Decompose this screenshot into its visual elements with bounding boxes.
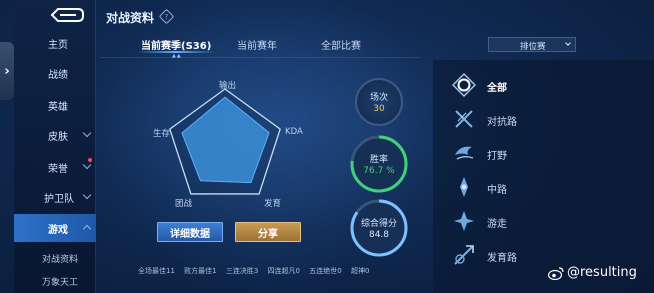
mode-select-value: 排位赛 [520,42,546,52]
chevron-down-icon [82,190,92,200]
role-item-mid-lane[interactable]: 中路 [452,175,572,201]
stat-quadra-kill: 四连超凡0 [267,267,301,275]
role-label: 中路 [487,185,507,196]
help-icon[interactable]: ? [158,8,175,25]
matches-value: 30 [373,104,385,114]
farm-lane-icon [454,245,474,265]
weibo-icon [548,266,564,280]
stat-losing-mvp: 败方最佳1 [184,267,217,275]
mid-lane-icon [460,177,468,197]
sidebar-subitem-wanxiang[interactable]: 万象天工 [14,272,96,290]
chevron-down-icon [565,40,571,46]
share-button[interactable]: 分享 [235,222,301,242]
active-tab-marker: ▲▲ [172,53,182,59]
tab-current-season[interactable]: 当前赛季(S36) [141,37,211,52]
sidebar-item-label: 战绩 [48,69,68,81]
radar-chart [150,75,300,215]
role-label: 发育路 [487,253,517,264]
win-rate-label: 胜率 [369,155,388,165]
sidebar-item-records[interactable]: 战绩 [14,60,96,86]
role-item-all[interactable]: 全部 [452,73,572,99]
back-arrow-icon[interactable] [48,6,86,24]
tab-all-matches[interactable]: 全部比赛 [321,37,361,52]
sidebar-item-skins[interactable]: 皮肤 [14,122,96,148]
clash-lane-icon [455,110,473,128]
matches-label: 场次 [369,93,388,103]
stat-mvp: 全场最佳11 [138,267,175,275]
sidebar-item-label: 英雄 [48,101,68,113]
role-label: 对抗路 [487,117,517,128]
chevron-up-icon [82,224,92,234]
stat-triple-kill: 三连决胜3 [225,267,259,275]
sidebar: 主页 战绩 英雄 皮肤 荣誉 护卫队 游戏 对战资料 万象天工 [14,0,96,293]
win-rate-circle: 胜率 76.7 % [349,134,409,194]
sidebar-item-label: 主页 [48,39,68,51]
radar-label-farming: 发育 [264,199,282,209]
expand-panel-button[interactable]: › [0,42,14,100]
sidebar-item-guard-team[interactable]: 护卫队 [14,184,96,210]
role-item-clash-lane[interactable]: 对抗路 [452,107,572,133]
score-circle: 综合得分 84.8 [349,198,409,258]
watermark-text: @resulting [567,265,637,280]
sidebar-item-game[interactable]: 游戏 [14,214,96,242]
radar-label-damage: 输出 [219,81,237,91]
sidebar-item-label: 游戏 [48,224,68,236]
sidebar-item-label: 护卫队 [44,193,74,205]
sidebar-subitem-label: 对战资料 [42,255,79,265]
sidebar-item-label: 荣誉 [48,163,68,175]
sidebar-subitem-label: 万象天工 [42,278,79,288]
matches-circle: 场次 30 [355,78,403,126]
radar-label-teamfight: 团战 [175,199,193,209]
watermark: @resulting [548,265,637,280]
role-item-roam[interactable]: 游走 [452,209,572,235]
radar-label-survival: 生存 [153,129,171,139]
tab-divider [100,57,420,58]
score-label: 综合得分 [360,219,397,229]
radar-svg [169,88,281,195]
role-label: 打野 [487,151,507,162]
stat-legendary: 超神0 [350,267,370,275]
sidebar-item-home[interactable]: 主页 [14,30,96,56]
roam-icon [454,211,474,231]
all-roles-icon [452,73,476,97]
sidebar-item-heroes[interactable]: 英雄 [14,92,96,118]
sidebar-subitem-battle-data[interactable]: 对战资料 [14,249,96,267]
role-label: 游走 [487,219,507,230]
chevron-down-icon [82,128,92,138]
win-rate-value: 76.7 % [363,166,395,176]
role-item-jungle[interactable]: 打野 [452,141,572,167]
stat-penta-kill: 五连绝世0 [309,267,342,275]
chevron-down-icon [82,160,92,170]
detail-data-button[interactable]: 详细数据 [157,222,223,242]
stats-summary: 全场最佳11 败方最佳1 三连决胜3 四连超凡0 五连绝世0 超神0 [138,266,376,276]
radar-label-kda: KDA [285,127,303,137]
sidebar-item-honors[interactable]: 荣誉 [14,154,96,180]
score-value: 84.8 [368,230,390,240]
sidebar-item-label: 皮肤 [48,131,68,143]
mode-select[interactable]: 排位赛 [488,37,576,52]
tab-current-year[interactable]: 当前赛年 [237,37,277,52]
jungle-icon [455,146,474,160]
role-label: 全部 [487,83,507,94]
page-title: 对战资料 [106,11,155,25]
chevron-right-icon: › [4,63,10,79]
